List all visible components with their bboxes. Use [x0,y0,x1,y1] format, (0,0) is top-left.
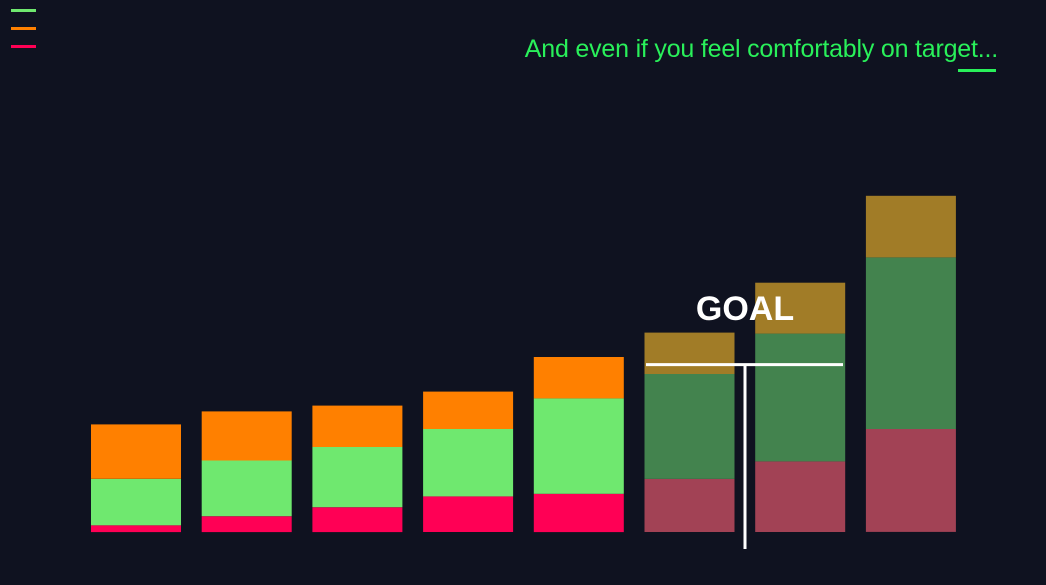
bar-1-segment-2 [91,478,181,526]
bar-6-segment-1 [644,478,735,532]
bar-3-segment-1 [312,507,403,533]
bar-5-segment-3 [533,357,624,399]
bar-7-segment-2 [755,333,846,462]
bar-8-segment-1 [865,428,956,532]
stacked-bar-chart: GOAL [91,195,956,549]
bar-6-segment-3 [644,332,735,374]
bar-8-segment-2 [865,257,956,429]
bar-4-segment-1 [423,496,514,532]
bar-1-segment-1 [91,525,181,533]
bar-3-segment-2 [312,446,403,508]
bar-6-segment-2 [644,374,735,479]
bar-2-segment-2 [201,460,292,517]
bar-5-segment-1 [533,493,624,533]
goal-label: GOAL [696,290,794,328]
bar-4-segment-2 [423,428,514,497]
bar-2-segment-3 [201,411,292,461]
bar-7-segment-1 [755,461,846,532]
bar-3-segment-3 [312,405,403,447]
bar-2-segment-1 [201,516,292,533]
bar-1-segment-3 [91,424,181,479]
bar-4-segment-3 [423,391,514,429]
bar-8-segment-3 [865,195,956,258]
bar-5-segment-2 [533,398,624,494]
